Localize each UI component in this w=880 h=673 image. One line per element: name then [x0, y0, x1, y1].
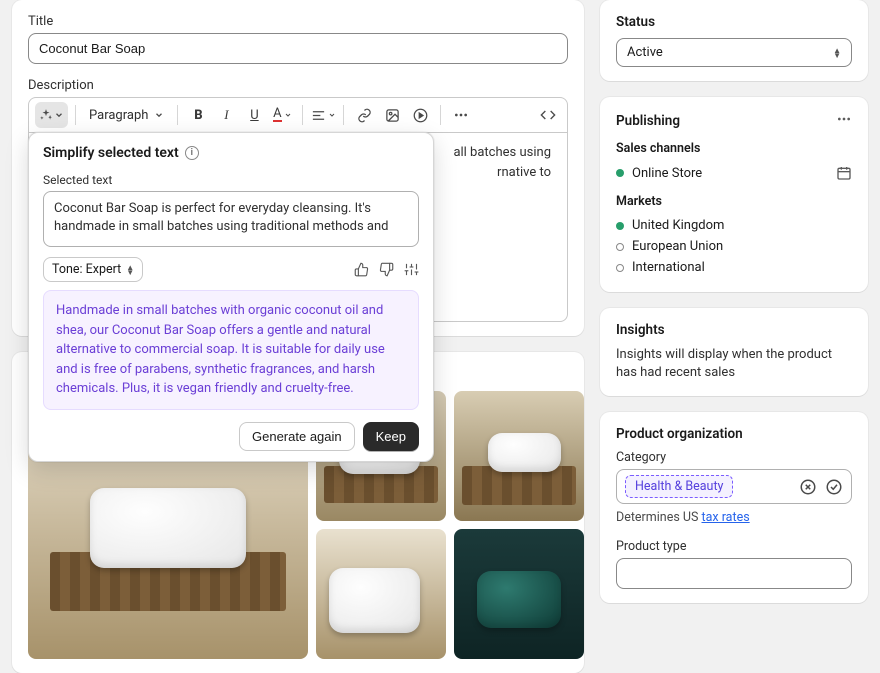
- thumbs-up-icon[interactable]: [354, 262, 369, 277]
- selected-text-box[interactable]: Coconut Bar Soap is perfect for everyday…: [43, 191, 419, 247]
- video-button[interactable]: [407, 102, 433, 128]
- status-dot-icon: [616, 264, 624, 272]
- dots-horizontal-icon: [836, 111, 852, 127]
- chevron-down-icon: [154, 110, 164, 120]
- category-tag[interactable]: Health & Beauty: [625, 475, 733, 498]
- sales-channels-label: Sales channels: [616, 141, 852, 156]
- code-icon: [540, 107, 556, 123]
- market-row[interactable]: European Union: [616, 236, 852, 257]
- product-type-label: Product type: [616, 539, 852, 554]
- chevron-down-icon: [328, 111, 336, 119]
- clear-icon[interactable]: [799, 478, 817, 496]
- code-view-button[interactable]: [535, 102, 561, 128]
- keep-button[interactable]: Keep: [363, 422, 419, 451]
- toolbar-separator: [302, 105, 303, 125]
- tax-rates-link[interactable]: tax rates: [702, 510, 750, 525]
- link-icon: [357, 108, 372, 123]
- generate-again-button[interactable]: Generate again: [239, 422, 355, 451]
- chevron-down-icon: [54, 110, 64, 120]
- market-label: United Kingdom: [632, 218, 724, 233]
- organization-title: Product organization: [616, 426, 852, 442]
- settings-sliders-icon[interactable]: [404, 262, 419, 277]
- select-updown-icon: ▲▼: [833, 48, 841, 58]
- market-label: International: [632, 260, 705, 275]
- chevron-down-icon: [284, 111, 292, 119]
- selected-text-content: Coconut Bar Soap is perfect for everyday…: [54, 201, 389, 234]
- toolbar-separator: [177, 105, 178, 125]
- title-input[interactable]: [28, 33, 568, 64]
- italic-button[interactable]: I: [213, 102, 239, 128]
- ai-assist-button[interactable]: [35, 102, 68, 128]
- insights-title: Insights: [616, 322, 852, 338]
- sort-icon: ▲▼: [126, 265, 134, 275]
- product-info-card: Title Description Paragraph B I U: [12, 0, 584, 336]
- media-thumbnail[interactable]: [454, 529, 584, 659]
- toolbar-separator: [75, 105, 76, 125]
- publishing-menu-button[interactable]: [836, 111, 852, 131]
- status-value: Active: [627, 45, 663, 60]
- media-thumbnail[interactable]: [316, 529, 446, 659]
- insights-body: Insights will display when the product h…: [616, 346, 852, 382]
- channel-label: Online Store: [632, 166, 702, 181]
- paragraph-style-label: Paragraph: [89, 108, 148, 123]
- rich-text-toolbar: Paragraph B I U A: [28, 97, 568, 132]
- media-thumbnail[interactable]: [454, 391, 584, 521]
- align-button[interactable]: [310, 102, 336, 128]
- publishing-card: Publishing Sales channels Online Store M…: [600, 97, 868, 292]
- calendar-icon[interactable]: [836, 165, 852, 181]
- tone-selector[interactable]: Tone: Expert ▲▼: [43, 257, 143, 282]
- ai-suggestion-text: Handmade in small batches with organic c…: [56, 303, 385, 396]
- sparkle-icon: [39, 108, 53, 122]
- selected-text-label: Selected text: [43, 173, 419, 187]
- image-button[interactable]: [379, 102, 405, 128]
- category-helper: Determines US tax rates: [616, 510, 852, 525]
- toolbar-separator: [440, 105, 441, 125]
- text-color-button[interactable]: A: [269, 102, 295, 128]
- markets-label: Markets: [616, 194, 852, 209]
- category-label: Category: [616, 450, 852, 465]
- insights-card: Insights Insights will display when the …: [600, 308, 868, 396]
- toolbar-separator: [343, 105, 344, 125]
- status-label: Status: [616, 14, 852, 30]
- confirm-icon[interactable]: [825, 478, 843, 496]
- align-left-icon: [311, 108, 326, 123]
- image-icon: [385, 108, 400, 123]
- market-row[interactable]: International: [616, 257, 852, 278]
- product-type-input[interactable]: [616, 558, 852, 589]
- market-label: European Union: [632, 239, 723, 254]
- info-icon[interactable]: i: [185, 146, 199, 160]
- market-row[interactable]: United Kingdom: [616, 215, 852, 236]
- status-dot-icon: [616, 243, 624, 251]
- tone-label: Tone: Expert: [52, 262, 121, 277]
- more-formatting-button[interactable]: [448, 102, 474, 128]
- status-dot-icon: [616, 169, 624, 177]
- category-input[interactable]: Health & Beauty: [616, 469, 852, 504]
- thumbs-down-icon[interactable]: [379, 262, 394, 277]
- channel-row[interactable]: Online Store: [616, 162, 852, 184]
- title-label: Title: [28, 14, 568, 29]
- helper-prefix: Determines US: [616, 510, 702, 525]
- status-dot-icon: [616, 222, 624, 230]
- paragraph-style-select[interactable]: Paragraph: [83, 104, 170, 127]
- status-select[interactable]: Active ▲▼: [616, 38, 852, 67]
- publishing-title: Publishing: [616, 113, 680, 129]
- status-card: Status Active ▲▼: [600, 0, 868, 81]
- organization-card: Product organization Category Health & B…: [600, 412, 868, 603]
- ai-suggestion-box: Handmade in small batches with organic c…: [43, 290, 419, 410]
- play-circle-icon: [413, 108, 428, 123]
- description-label: Description: [28, 78, 568, 93]
- dots-horizontal-icon: [453, 107, 469, 123]
- ai-panel-title: Simplify selected text: [43, 145, 179, 161]
- link-button[interactable]: [351, 102, 377, 128]
- underline-button[interactable]: U: [241, 102, 267, 128]
- bold-button[interactable]: B: [185, 102, 211, 128]
- ai-simplify-panel: Simplify selected text i Selected text C…: [28, 132, 434, 462]
